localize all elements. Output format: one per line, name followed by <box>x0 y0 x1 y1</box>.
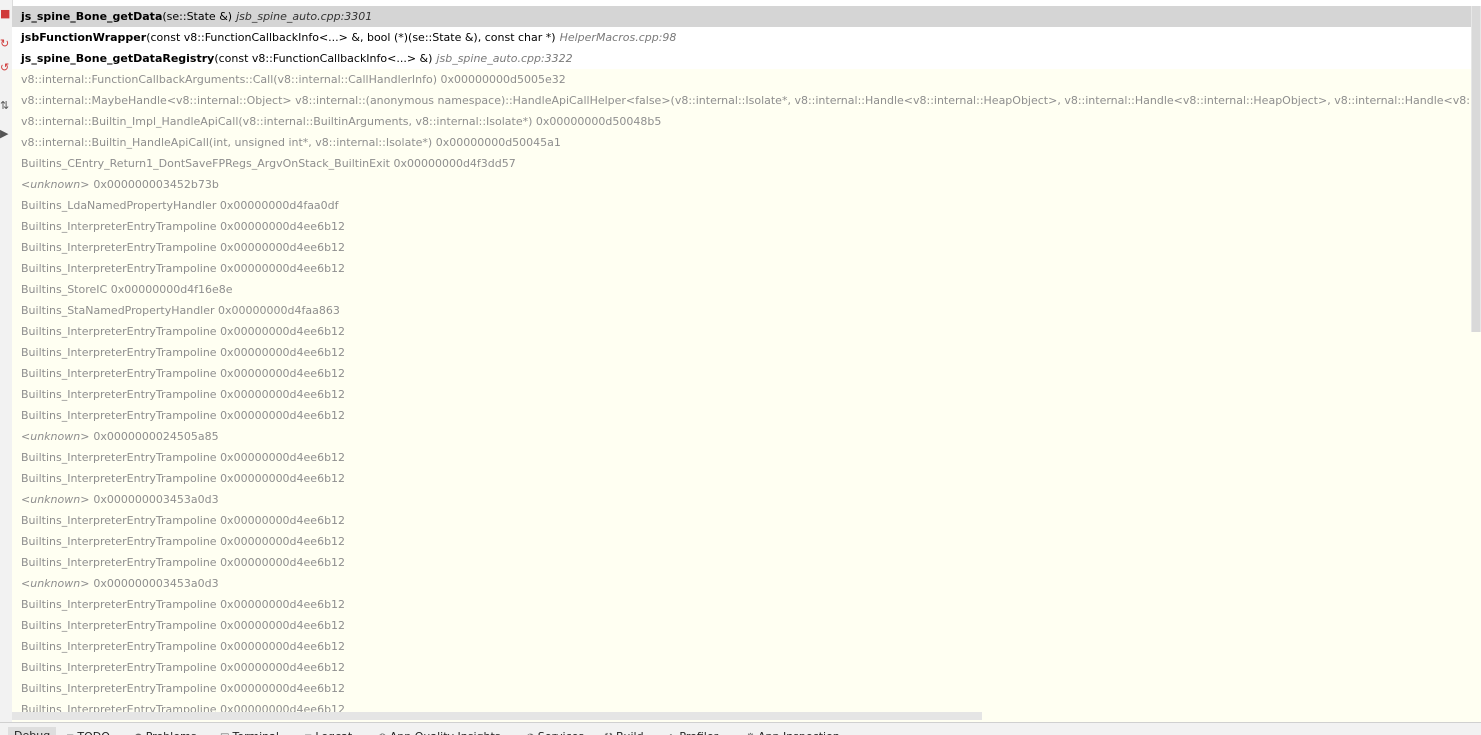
frame-unknown-label: <unknown> <box>21 430 90 443</box>
frame-text: Builtins_InterpreterEntryTrampoline 0x00… <box>21 535 346 548</box>
stack-frame-row[interactable]: Builtins_InterpreterEntryTrampoline 0x00… <box>12 258 1481 279</box>
frame-address: 0x0000000024505a85 <box>93 430 219 443</box>
filter-icon[interactable]: ⇅ <box>0 100 9 112</box>
frame-function-name: js_spine_Bone_getData <box>21 10 163 23</box>
frame-address: 0x000000003453a0d3 <box>93 493 219 506</box>
frame-text: Builtins_CEntry_Return1_DontSaveFPRegs_A… <box>21 157 516 170</box>
stack-frame-row[interactable]: Builtins_InterpreterEntryTrampoline 0x00… <box>12 447 1481 468</box>
call-stack-frames-list[interactable]: js_spine_Bone_getData(se::State &) jsb_sp… <box>12 6 1481 722</box>
stack-frame-row[interactable]: Builtins_StaNamedPropertyHandler 0x00000… <box>12 300 1481 321</box>
stack-frame-row[interactable]: Builtins_InterpreterEntryTrampoline 0x00… <box>12 237 1481 258</box>
stack-frame-row[interactable]: Builtins_InterpreterEntryTrampoline 0x00… <box>12 657 1481 678</box>
stack-frame-row[interactable]: Builtins_InterpreterEntryTrampoline 0x00… <box>12 405 1481 426</box>
stack-frame-row[interactable]: v8::internal::Builtin_HandleApiCall(int,… <box>12 132 1481 153</box>
frame-text: Builtins_InterpreterEntryTrampoline 0x00… <box>21 472 346 485</box>
stack-frame-row[interactable]: Builtins_StoreIC 0x00000000d4f16e8e <box>12 279 1481 300</box>
rerun-icon[interactable]: ↻ <box>0 38 9 50</box>
frame-address: 0x000000003453a0d3 <box>93 577 219 590</box>
frame-unknown-label: <unknown> <box>21 577 90 590</box>
stack-frame-row[interactable]: Builtins_InterpreterEntryTrampoline 0x00… <box>12 678 1481 699</box>
stack-frame-row[interactable]: Builtins_InterpreterEntryTrampoline 0x00… <box>12 342 1481 363</box>
tool-tab-label: Profiler <box>679 730 718 735</box>
stack-frame-row[interactable]: v8::internal::FunctionCallbackArguments:… <box>12 69 1481 90</box>
frame-text: Builtins_StoreIC 0x00000000d4f16e8e <box>21 283 233 296</box>
frame-text: Builtins_StaNamedPropertyHandler 0x00000… <box>21 304 340 317</box>
stack-frame-row[interactable]: Builtins_InterpreterEntryTrampoline 0x00… <box>12 594 1481 615</box>
stack-frame-row[interactable]: Builtins_InterpreterEntryTrampoline 0x00… <box>12 636 1481 657</box>
frame-text: Builtins_InterpreterEntryTrampoline 0x00… <box>21 367 346 380</box>
tool-tab-label: Problems <box>146 730 197 735</box>
stack-frame-row[interactable]: Builtins_LdaNamedPropertyHandler 0x00000… <box>12 195 1481 216</box>
frame-source-location: jsb_spine_auto.cpp:3322 <box>436 52 573 65</box>
frame-unknown-label: <unknown> <box>21 493 90 506</box>
frame-source-location: jsb_spine_auto.cpp:3301 <box>236 10 373 23</box>
stack-frame-row[interactable]: js_spine_Bone_getDataRegistry(const v8::… <box>12 48 1481 69</box>
frame-text: Builtins_InterpreterEntryTrampoline 0x00… <box>21 661 346 674</box>
frame-text: Builtins_InterpreterEntryTrampoline 0x00… <box>21 409 346 422</box>
stack-frame-row[interactable]: v8::internal::Builtin_Impl_HandleApiCall… <box>12 111 1481 132</box>
frame-text: v8::internal::Builtin_Impl_HandleApiCall… <box>21 115 662 128</box>
stack-frame-row[interactable]: <unknown> 0x000000003453a0d3 <box>12 489 1481 510</box>
stop-icon[interactable]: ■ <box>0 8 10 20</box>
stack-frame-row[interactable]: Builtins_InterpreterEntryTrampoline 0x00… <box>12 384 1481 405</box>
stack-frame-row[interactable]: Builtins_CEntry_Return1_DontSaveFPRegs_A… <box>12 153 1481 174</box>
frame-text: Builtins_InterpreterEntryTrampoline 0x00… <box>21 220 346 233</box>
frame-text: Builtins_InterpreterEntryTrampoline 0x00… <box>21 640 346 653</box>
frame-text: Builtins_InterpreterEntryTrampoline 0x00… <box>21 514 346 527</box>
frame-source-location: HelperMacros.cpp:98 <box>559 31 677 44</box>
frame-function-name: js_spine_Bone_getDataRegistry <box>21 52 215 65</box>
restart-icon[interactable]: ↺ <box>0 62 9 74</box>
frame-address: 0x000000003452b73b <box>93 178 219 191</box>
tool-window-tab-bar: Debug≡TODO●Problems▣Terminal≡Logcat◍App … <box>0 722 1481 735</box>
frame-arguments: (se::State &) <box>162 10 233 23</box>
stack-frame-row[interactable]: Builtins_InterpreterEntryTrampoline 0x00… <box>12 615 1481 636</box>
resume-icon[interactable]: ▶ <box>0 128 8 140</box>
tool-tab-label: Debug <box>14 729 50 735</box>
stack-frame-row[interactable]: <unknown> 0x000000003452b73b <box>12 174 1481 195</box>
stack-frame-row[interactable]: Builtins_InterpreterEntryTrampoline 0x00… <box>12 321 1481 342</box>
frame-text: Builtins_LdaNamedPropertyHandler 0x00000… <box>21 199 339 212</box>
stack-frame-row[interactable]: js_spine_Bone_getData(se::State &) jsb_sp… <box>12 6 1481 27</box>
frame-unknown-label: <unknown> <box>21 178 90 191</box>
stack-frame-row[interactable]: <unknown> 0x000000003453a0d3 <box>12 573 1481 594</box>
tool-tab-label: Build <box>616 730 644 735</box>
frame-function-name: jsbFunctionWrapper <box>21 31 147 44</box>
stack-frame-row[interactable]: Builtins_InterpreterEntryTrampoline 0x00… <box>12 216 1481 237</box>
tool-tab-label: Logcat <box>315 730 352 735</box>
frame-text: Builtins_InterpreterEntryTrampoline 0x00… <box>21 241 346 254</box>
frame-arguments: (const v8::FunctionCallbackInfo<...> &) <box>214 52 433 65</box>
frame-text: Builtins_InterpreterEntryTrampoline 0x00… <box>21 619 346 632</box>
frame-text: Builtins_InterpreterEntryTrampoline 0x00… <box>21 346 346 359</box>
frame-text: Builtins_InterpreterEntryTrampoline 0x00… <box>21 262 346 275</box>
frame-text: Builtins_InterpreterEntryTrampoline 0x00… <box>21 682 346 695</box>
frame-text: v8::internal::MaybeHandle<v8::internal::… <box>21 94 1481 107</box>
stack-frame-row[interactable]: Builtins_InterpreterEntryTrampoline 0x00… <box>12 468 1481 489</box>
stack-frame-row[interactable]: v8::internal::MaybeHandle<v8::internal::… <box>12 90 1481 111</box>
horizontal-scrollbar[interactable] <box>12 712 982 720</box>
frame-arguments: (const v8::FunctionCallbackInfo<...> &, … <box>146 31 556 44</box>
frame-text: Builtins_InterpreterEntryTrampoline 0x00… <box>21 325 346 338</box>
tool-tab-label: Terminal <box>232 730 279 735</box>
tool-tab-label: App Inspection <box>758 730 840 735</box>
frame-text: Builtins_InterpreterEntryTrampoline 0x00… <box>21 598 346 611</box>
vertical-scrollbar[interactable] <box>1471 6 1481 332</box>
vertical-scrollbar-thumb[interactable] <box>1472 6 1480 332</box>
tool-tab-label: App Quality Insights <box>390 730 501 735</box>
stack-frame-row[interactable]: Builtins_InterpreterEntryTrampoline 0x00… <box>12 510 1481 531</box>
tool-tab-label: TODO <box>77 730 110 735</box>
tool-tab-label: Services <box>538 730 584 735</box>
stack-frame-row[interactable]: Builtins_InterpreterEntryTrampoline 0x00… <box>12 363 1481 384</box>
frame-text: Builtins_InterpreterEntryTrampoline 0x00… <box>21 451 346 464</box>
stack-frame-row[interactable]: Builtins_InterpreterEntryTrampoline 0x00… <box>12 552 1481 573</box>
frame-text: v8::internal::Builtin_HandleApiCall(int,… <box>21 136 561 149</box>
frame-text: v8::internal::FunctionCallbackArguments:… <box>21 73 566 86</box>
frame-text: Builtins_InterpreterEntryTrampoline 0x00… <box>21 556 346 569</box>
stack-frame-row[interactable]: jsbFunctionWrapper(const v8::FunctionCal… <box>12 27 1481 48</box>
frame-text: Builtins_InterpreterEntryTrampoline 0x00… <box>21 388 346 401</box>
stack-frame-row[interactable]: Builtins_InterpreterEntryTrampoline 0x00… <box>12 531 1481 552</box>
stack-frame-row[interactable]: <unknown> 0x0000000024505a85 <box>12 426 1481 447</box>
